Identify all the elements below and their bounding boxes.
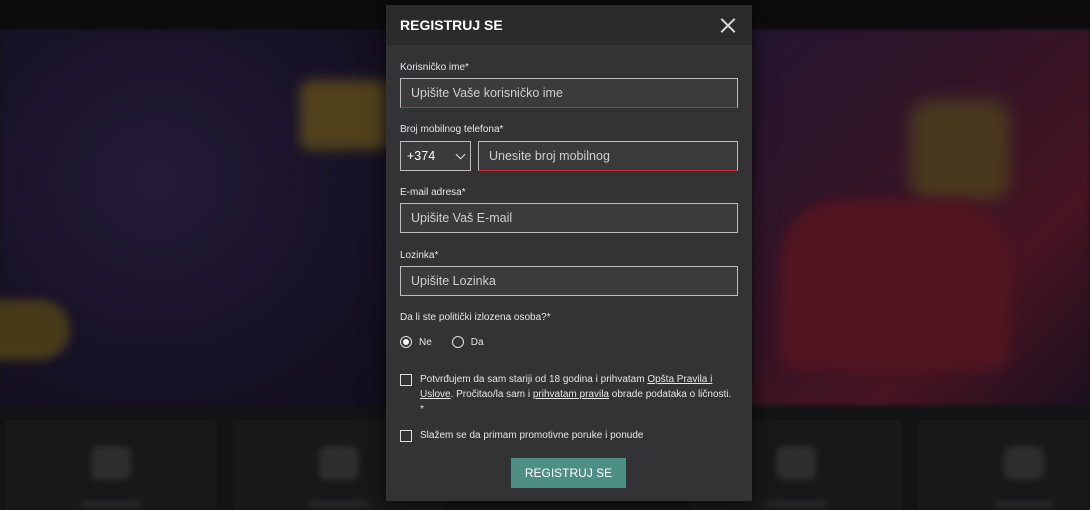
close-icon[interactable] <box>718 15 738 35</box>
pep-option-da-label: Da <box>470 336 484 348</box>
promo-text: Slažem se da primam promotivne poruke i … <box>420 430 644 441</box>
terms-prefix: Potvrđujem da sam stariji od 18 godina i… <box>420 374 648 385</box>
modal-header: REGISTRUJ SE <box>386 5 752 45</box>
username-label: Korisničko ime* <box>400 62 469 73</box>
country-code-value: +374 <box>407 149 436 163</box>
terms-middle: . Pročitao/la sam i <box>450 389 533 400</box>
modal-title: REGISTRUJ SE <box>400 17 503 33</box>
promo-checkbox[interactable] <box>400 430 412 442</box>
terms-checkbox[interactable] <box>400 374 412 386</box>
email-label: E-mail adresa* <box>400 187 466 198</box>
privacy-link[interactable]: prihvatam pravila <box>533 389 609 400</box>
email-input[interactable] <box>400 203 738 233</box>
pep-question: Da li ste politički izlozena osoba?* <box>400 312 551 323</box>
terms-text: Potvrđujem da sam stariji od 18 godina i… <box>420 372 738 417</box>
chevron-down-icon <box>455 149 466 160</box>
phone-label: Broj mobilnog telefona* <box>400 124 504 135</box>
username-input[interactable] <box>400 78 738 108</box>
pep-radio-ne[interactable] <box>400 336 412 348</box>
pep-option-ne-label: Ne <box>419 336 432 348</box>
terms-suffix: obrade podataka o ličnosti. <box>609 389 732 400</box>
phone-input[interactable] <box>478 141 738 171</box>
registration-modal: REGISTRUJ SE Korisničko ime* Broj mobiln… <box>386 5 752 501</box>
country-code-select[interactable]: +374 <box>400 141 471 171</box>
required-mark: * <box>420 404 424 415</box>
password-label: Lozinka* <box>400 250 439 261</box>
password-input[interactable] <box>400 266 738 296</box>
register-button[interactable]: REGISTRUJ SE <box>511 458 626 488</box>
pep-radio-da[interactable] <box>451 336 464 348</box>
pep-radio-group: Ne Da <box>400 336 504 348</box>
